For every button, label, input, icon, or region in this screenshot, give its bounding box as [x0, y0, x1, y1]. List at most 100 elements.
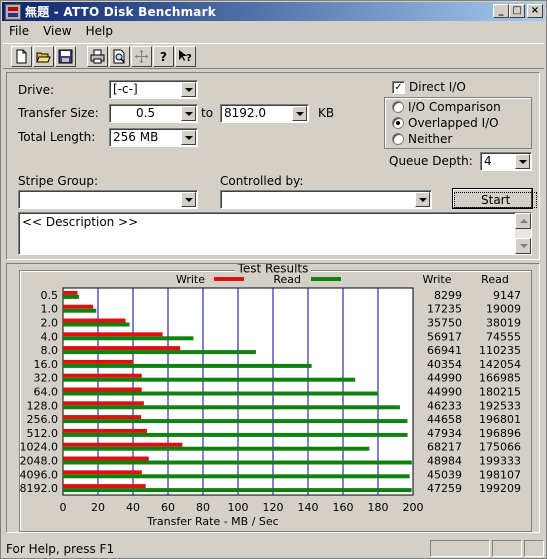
- x-tick-label: 160: [333, 501, 354, 514]
- write-bar: [63, 304, 94, 309]
- help-button[interactable]: ?: [153, 46, 174, 67]
- svg-text:?: ?: [186, 53, 192, 64]
- help-icon: ?: [160, 50, 167, 64]
- context-help-button[interactable]: ?: [175, 46, 196, 67]
- legend-read-label: Read: [273, 273, 301, 286]
- io-comparison-label: I/O Comparison: [408, 100, 501, 114]
- stripe-group-dropdown-icon[interactable]: [181, 192, 196, 207]
- results-panel: Test Results Write Read Write Read 0 20 40 60 80 1…: [6, 263, 540, 533]
- write-bar: [63, 332, 163, 337]
- stripe-group-select[interactable]: [18, 190, 198, 209]
- total-length-select[interactable]: 256 MB: [109, 128, 198, 147]
- overlapped-io-radio[interactable]: [392, 117, 404, 129]
- x-tick-label: 100: [228, 501, 249, 514]
- x-axis-label: Transfer Rate - MB / Sec: [146, 515, 278, 528]
- io-comparison-radio[interactable]: [392, 101, 404, 113]
- drive-dropdown-icon[interactable]: [181, 82, 196, 97]
- move-button[interactable]: [131, 46, 152, 67]
- write-bar: [63, 428, 147, 433]
- read-bar: [63, 350, 256, 355]
- window-title: 無題 - ATTO Disk Benchmark: [25, 5, 216, 19]
- read-bar: [63, 308, 97, 313]
- menu-help[interactable]: Help: [79, 24, 120, 38]
- save-icon: [58, 49, 73, 64]
- scroll-down-icon[interactable]: [515, 238, 531, 254]
- app-icon[interactable]: [5, 3, 21, 20]
- status-text: For Help, press F1: [6, 542, 115, 556]
- status-cell-1: [430, 540, 490, 557]
- results-chart: Test ResultsWrite Read Write Read0 20 40 60 80 1…: [20, 264, 521, 528]
- menu-view[interactable]: View: [36, 24, 78, 38]
- read-bar: [63, 336, 194, 341]
- transfer-size-from-select[interactable]: 0.5: [109, 104, 198, 123]
- read-value: 192533: [479, 399, 521, 412]
- controlled-by-select[interactable]: [220, 190, 432, 209]
- x-tick-label: 20: [91, 501, 105, 514]
- total-length-label: Total Length:: [18, 130, 96, 144]
- transfer-to-dropdown-icon[interactable]: [292, 106, 307, 121]
- write-value: 68217: [427, 441, 462, 454]
- status-grip[interactable]: [524, 540, 544, 557]
- status-bar: For Help, press F1: [2, 538, 545, 558]
- controlled-by-label: Controlled by:: [220, 174, 304, 188]
- menu-file[interactable]: File: [2, 24, 36, 38]
- controlled-by-dropdown-icon[interactable]: [415, 192, 430, 207]
- title-bar[interactable]: 無題 - ATTO Disk Benchmark _ □ ×: [2, 2, 545, 21]
- scroll-up-icon[interactable]: [515, 213, 531, 229]
- print-preview-button[interactable]: [109, 46, 130, 67]
- menu-file-label: File: [9, 23, 30, 38]
- transfer-size-to-select[interactable]: 8192.0: [220, 104, 309, 123]
- write-value: 35750: [427, 317, 462, 330]
- write-value: 48984: [427, 455, 462, 468]
- new-button[interactable]: [11, 46, 32, 67]
- menu-view-label: View: [43, 23, 72, 38]
- menu-help-label: Help: [85, 23, 113, 38]
- write-bar: [63, 415, 142, 420]
- y-tick-label: 2.0: [41, 317, 59, 330]
- total-length-dropdown-icon[interactable]: [181, 130, 196, 145]
- print-button[interactable]: [87, 46, 108, 67]
- read-value: 198107: [479, 468, 521, 481]
- column-header-write: Write: [422, 273, 451, 286]
- read-bar: [63, 405, 400, 410]
- description-scrollbar[interactable]: [515, 213, 531, 254]
- settings-panel: Drive: [-c-] Transfer Size: 0.5 to 8192.…: [6, 72, 540, 260]
- read-value: 175066: [479, 441, 521, 454]
- drive-select[interactable]: [-c-]: [109, 80, 198, 99]
- transfer-from-dropdown-icon[interactable]: [181, 106, 196, 121]
- legend-write-label: Write: [176, 273, 205, 286]
- start-button[interactable]: Start: [453, 189, 538, 208]
- queue-depth-select[interactable]: 4: [480, 152, 532, 171]
- read-bar: [63, 377, 356, 382]
- queue-depth-dropdown-icon[interactable]: [515, 154, 530, 169]
- read-value: 110235: [479, 344, 521, 357]
- open-icon: [36, 52, 51, 63]
- read-value: 196801: [479, 413, 521, 426]
- context-help-icon: ?: [179, 50, 192, 64]
- write-bar: [63, 290, 78, 295]
- open-button[interactable]: [33, 46, 54, 67]
- write-value: 44658: [427, 413, 462, 426]
- write-bar: [63, 456, 149, 461]
- read-bar: [63, 419, 408, 424]
- drive-value: [-c-]: [113, 82, 138, 96]
- close-button[interactable]: ×: [527, 4, 543, 18]
- save-button[interactable]: [55, 46, 76, 67]
- description-textarea[interactable]: << Description >>: [18, 212, 532, 255]
- maximize-button[interactable]: □: [509, 4, 525, 18]
- direct-io-checkbox[interactable]: ✓: [392, 81, 405, 94]
- neither-radio[interactable]: [392, 133, 404, 145]
- write-bar: [63, 373, 142, 378]
- minimize-button[interactable]: _: [493, 4, 509, 18]
- print-preview-icon: [113, 49, 125, 64]
- read-bar: [63, 322, 130, 327]
- print-icon: [90, 49, 105, 64]
- read-value: 74555: [486, 330, 521, 343]
- x-tick-label: 140: [298, 501, 319, 514]
- x-tick-label: 80: [196, 501, 210, 514]
- write-value: 8299: [434, 289, 462, 302]
- write-value: 44990: [427, 386, 462, 399]
- x-tick-label: 200: [403, 501, 424, 514]
- kb-label: KB: [318, 106, 335, 120]
- read-value: 180215: [479, 386, 521, 399]
